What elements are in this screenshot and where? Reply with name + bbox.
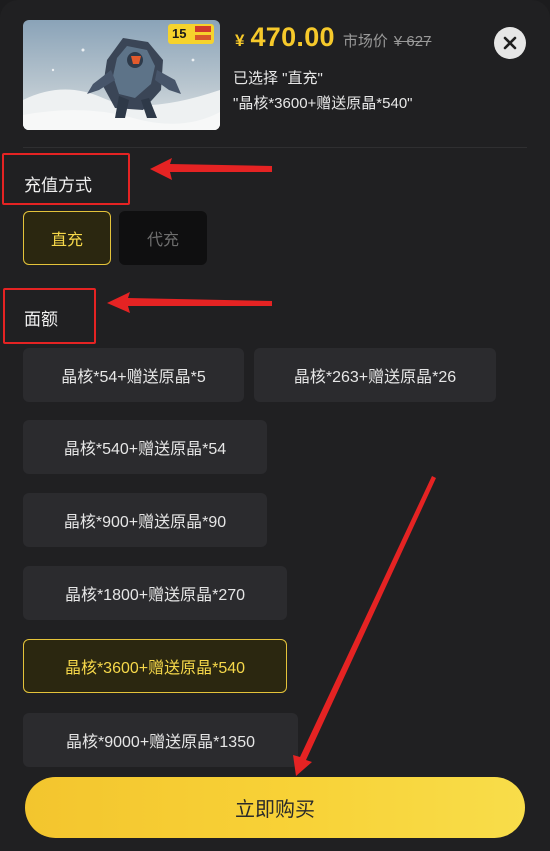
market-price-label: 市场价 bbox=[342, 33, 388, 50]
denomination-option-6[interactable]: 晶核*3600+赠送原晶*540 bbox=[23, 639, 287, 693]
thumbnail-badge: 15 bbox=[168, 24, 214, 44]
close-icon bbox=[503, 36, 517, 50]
recharge-option-direct[interactable]: 直充 bbox=[23, 211, 111, 265]
price-row: ¥ 470.00 市场价 ¥ 627 bbox=[235, 22, 431, 53]
market-price-value: ¥ 627 bbox=[393, 33, 432, 50]
denomination-option-1[interactable]: 晶核*54+赠送原晶*5 bbox=[23, 348, 244, 402]
currency-symbol: ¥ bbox=[235, 31, 245, 50]
selected-item-text: "晶核*3600+赠送原晶*540" bbox=[233, 95, 413, 112]
annotation-box-denomination bbox=[3, 288, 96, 344]
denomination-option-3[interactable]: 晶核*540+赠送原晶*54 bbox=[23, 420, 267, 474]
close-button[interactable] bbox=[494, 27, 526, 59]
header-divider bbox=[23, 147, 527, 148]
price-value: 470.00 bbox=[250, 22, 335, 52]
buy-now-label: 立即购买 bbox=[235, 799, 315, 821]
denomination-option-5[interactable]: 晶核*1800+赠送原晶*270 bbox=[23, 566, 287, 620]
denomination-option-label: 晶核*54+赠送原晶*5 bbox=[61, 369, 206, 386]
selected-method-text: 已选择 "直充" bbox=[233, 70, 323, 87]
denomination-option-label: 晶核*3600+赠送原晶*540 bbox=[64, 660, 246, 677]
background-ghost-strip bbox=[20, 0, 320, 2]
annotation-arrow-buy bbox=[293, 476, 436, 776]
product-thumbnail: 15 bbox=[23, 20, 220, 130]
denomination-option-7[interactable]: 晶核*9000+赠送原晶*1350 bbox=[23, 713, 298, 767]
annotation-arrow-denomination bbox=[107, 292, 272, 313]
recharge-option-proxy[interactable]: 代充 bbox=[119, 211, 207, 265]
denomination-option-label: 晶核*263+赠送原晶*26 bbox=[293, 369, 457, 386]
purchase-screen: 15 ¥ 470.00 市场价 ¥ 627 已选择 "直充" "晶核*3600+… bbox=[0, 0, 550, 851]
buy-now-button[interactable]: 立即购买 bbox=[25, 777, 525, 838]
annotation-box-recharge bbox=[2, 153, 130, 205]
purchase-sheet: 15 ¥ 470.00 市场价 ¥ 627 已选择 "直充" "晶核*3600+… bbox=[0, 0, 550, 851]
thumbnail-badge-number: 15 bbox=[172, 26, 187, 41]
recharge-option-label: 代充 bbox=[146, 232, 179, 249]
denomination-option-2[interactable]: 晶核*263+赠送原晶*26 bbox=[254, 348, 496, 402]
denomination-option-label: 晶核*900+赠送原晶*90 bbox=[63, 514, 227, 531]
recharge-option-label: 直充 bbox=[50, 232, 83, 249]
denomination-option-4[interactable]: 晶核*900+赠送原晶*90 bbox=[23, 493, 267, 547]
denomination-option-label: 晶核*540+赠送原晶*54 bbox=[63, 441, 227, 458]
annotation-arrow-recharge bbox=[150, 158, 272, 180]
denomination-option-label: 晶核*1800+赠送原晶*270 bbox=[64, 587, 246, 604]
denomination-option-label: 晶核*9000+赠送原晶*1350 bbox=[66, 734, 255, 751]
